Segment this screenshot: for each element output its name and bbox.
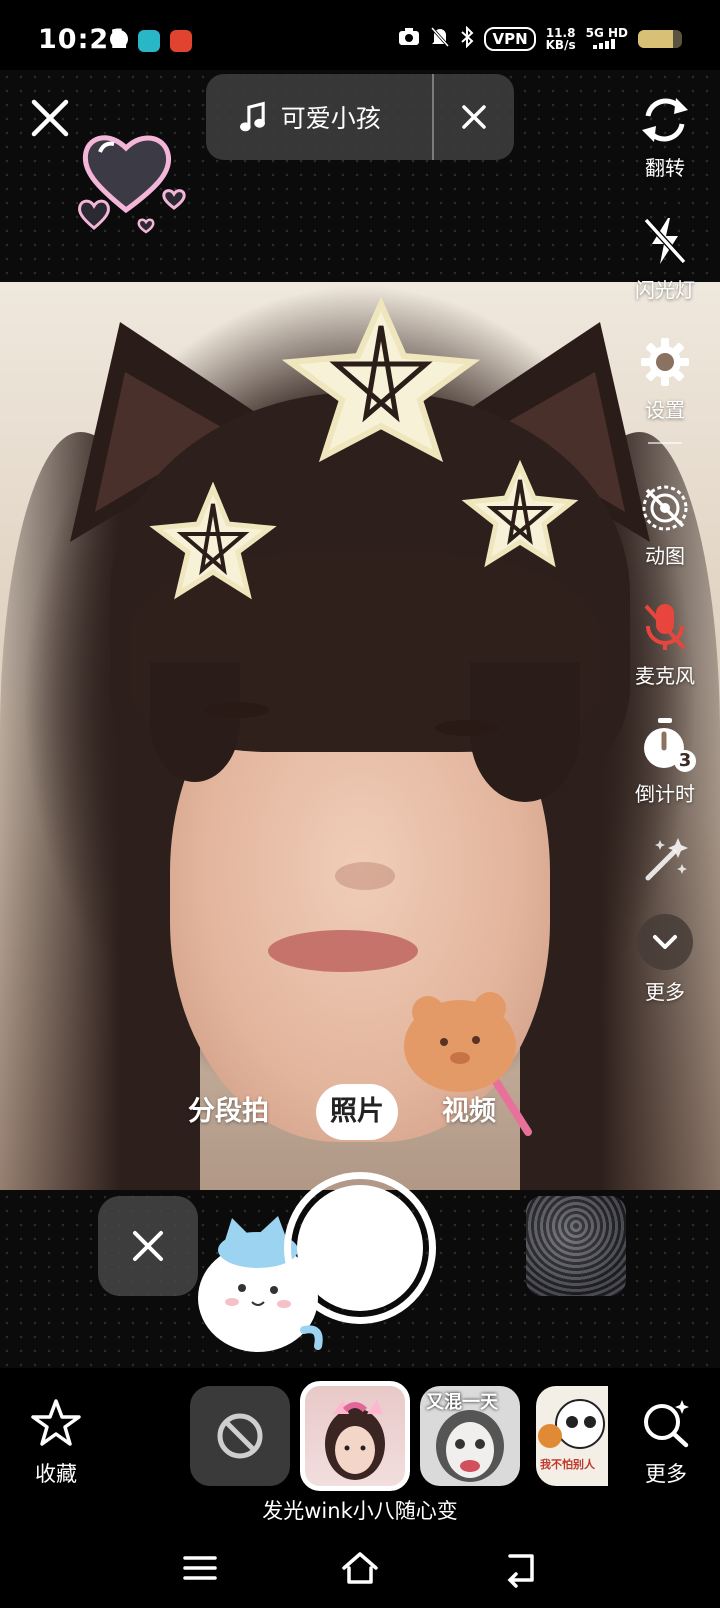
more-effects-label: 更多 <box>645 1462 687 1486</box>
mic-muted-icon <box>644 604 686 650</box>
flash-off-icon <box>643 217 687 265</box>
effect-thumb[interactable]: 我不怕别人 <box>536 1386 608 1486</box>
star-sticker <box>149 482 277 600</box>
home-button[interactable] <box>340 1548 380 1588</box>
microphone-button[interactable]: 麦克风 <box>610 600 720 689</box>
gif-button[interactable]: 动图 <box>610 482 720 569</box>
music-selector[interactable]: 可爱小孩 <box>206 74 514 160</box>
settings-label: 设置 <box>645 398 685 422</box>
timer-value: 3 <box>674 750 696 772</box>
timer-button[interactable]: 3 倒计时 <box>610 716 720 807</box>
mode-segment[interactable]: 分段拍 <box>188 1084 269 1140</box>
discard-button[interactable] <box>98 1196 198 1296</box>
effect-caption: 我不怕别人 <box>540 1458 595 1471</box>
flash-label: 闪光灯 <box>635 278 695 302</box>
effect-thumb-selected[interactable] <box>300 1381 410 1491</box>
close-icon <box>133 1231 163 1261</box>
mode-video[interactable]: 视频 <box>442 1084 496 1140</box>
speed-unit: KB/s <box>545 38 576 52</box>
favorite-button[interactable]: 收藏 <box>24 1398 88 1488</box>
mode-photo[interactable]: 照片 <box>316 1084 398 1140</box>
flip-camera-button[interactable]: 翻转 <box>610 94 720 181</box>
flip-label: 翻转 <box>645 156 685 180</box>
settings-button[interactable]: 设置 <box>610 336 720 423</box>
music-note-icon <box>240 101 265 132</box>
battery-icon <box>638 30 682 48</box>
vpn-badge: VPN <box>484 27 536 51</box>
notification-icons <box>110 30 192 52</box>
star-sticker <box>461 460 579 568</box>
live-photo-off-icon <box>642 485 688 531</box>
menu-icon <box>183 1556 217 1580</box>
toolbar-divider <box>648 442 682 444</box>
favorite-label: 收藏 <box>35 1462 77 1486</box>
close-icon <box>31 99 69 137</box>
mute-icon <box>430 26 450 52</box>
more-tools-button[interactable]: 更多 <box>610 914 720 1005</box>
bluetooth-icon <box>460 25 474 52</box>
timer-label: 倒计时 <box>635 782 695 806</box>
remove-music-button[interactable] <box>434 104 514 130</box>
home-icon <box>342 1552 378 1584</box>
magic-wand-icon <box>645 838 688 881</box>
effects-bar: 收藏 又混一天 我不怕别人 更多 <box>0 1368 720 1508</box>
app-notification-icon <box>170 30 192 52</box>
mic-label: 麦克风 <box>635 664 695 688</box>
network-speed: 11.8 KB/s <box>546 27 576 51</box>
eye-shape <box>205 702 269 718</box>
chevron-down-icon <box>637 914 693 970</box>
system-nav-bar <box>0 1530 720 1608</box>
gif-label: 动图 <box>645 544 685 568</box>
signal-indicator: 5G HD <box>586 27 628 51</box>
recent-apps-button[interactable] <box>180 1548 220 1588</box>
status-bar: 10:21 VPN 11.8 KB/s 5G HD <box>0 0 720 70</box>
effect-caption: 又混一天 <box>426 1392 498 1413</box>
camera-icon <box>398 27 420 51</box>
more-effects-button[interactable]: 更多 <box>636 1398 696 1488</box>
effect-none[interactable] <box>190 1386 290 1486</box>
beauty-button[interactable] <box>610 834 720 884</box>
back-button[interactable] <box>500 1548 540 1588</box>
search-effects-icon <box>644 1400 689 1448</box>
star-sticker <box>281 296 481 463</box>
flash-button[interactable]: 闪光灯 <box>610 214 720 303</box>
more-tools-label: 更多 <box>645 980 685 1004</box>
hair-shape <box>150 662 240 782</box>
capture-controls <box>0 1172 720 1368</box>
eye-shape <box>435 720 499 736</box>
close-icon <box>462 105 486 129</box>
effect-preview-kitty <box>325 1400 385 1480</box>
current-effect-name: 发光wink小八随心变 <box>262 1499 458 1523</box>
app-notification-icon <box>110 30 128 48</box>
flip-camera-icon <box>642 98 688 142</box>
star-icon <box>31 1399 81 1446</box>
capture-mode-selector: 分段拍 照片 视频 <box>0 1084 720 1140</box>
back-icon <box>507 1554 534 1588</box>
nose-shape <box>335 862 395 890</box>
shutter-button[interactable] <box>284 1172 436 1324</box>
shutter-inner <box>297 1185 423 1311</box>
music-title: 可爱小孩 <box>280 104 381 133</box>
close-camera-button[interactable] <box>28 96 72 140</box>
no-effect-icon <box>217 1413 263 1459</box>
pixel-heart-sticker <box>76 120 196 240</box>
gear-icon <box>641 338 689 386</box>
effect-thumb[interactable]: 又混一天 <box>420 1386 520 1486</box>
gallery-thumbnail[interactable] <box>526 1196 626 1296</box>
app-notification-icon <box>138 30 160 52</box>
system-status-icons: VPN 11.8 KB/s 5G HD <box>398 25 682 52</box>
network-type: 5G HD <box>585 26 628 40</box>
lips-shape <box>268 930 418 972</box>
